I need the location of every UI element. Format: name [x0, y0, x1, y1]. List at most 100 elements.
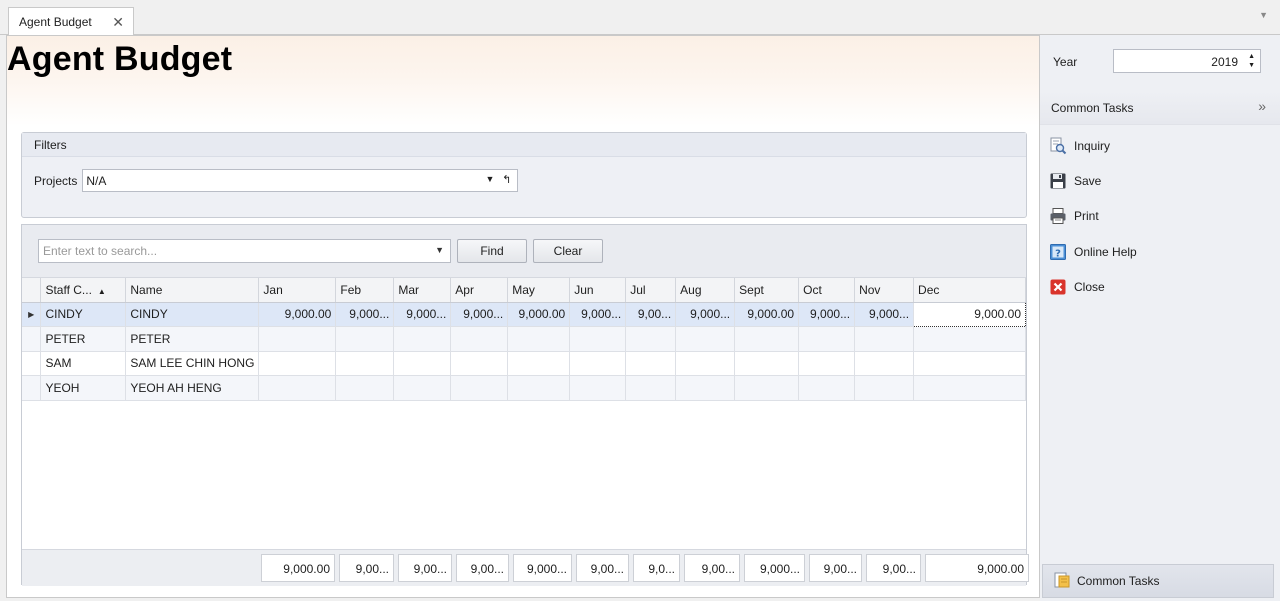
task-print[interactable]: Print — [1049, 205, 1099, 227]
svg-text:?: ? — [1055, 249, 1061, 260]
total-nov: 9,00... — [866, 554, 921, 582]
print-icon — [1049, 207, 1067, 225]
common-tasks-title: Common Tasks — [1051, 101, 1134, 115]
cell-sept[interactable]: 9,000.00 — [734, 302, 800, 327]
cell-staff-code[interactable]: YEOH — [40, 375, 127, 401]
tab-close-icon[interactable]: ✕ — [112, 14, 124, 31]
page-title: Agent Budget — [7, 40, 233, 78]
cell-staff-code[interactable]: PETER — [40, 326, 127, 352]
total-aug: 9,00... — [684, 554, 740, 582]
cell-nov[interactable]: 9,000... — [854, 302, 915, 327]
cell-name[interactable]: YEOH AH HENG — [125, 375, 260, 401]
tab-label: Agent Budget — [19, 15, 92, 29]
common-tasks-icon — [1053, 571, 1071, 592]
save-icon — [1049, 172, 1067, 190]
close-icon — [1049, 278, 1067, 296]
budget-grid-panel: Enter text to search... ▼ Find Clear Sta… — [21, 224, 1029, 586]
spinner-arrows-icon[interactable]: ▲ ▼ — [1248, 52, 1255, 70]
projects-combo[interactable]: N/A ▼ ↰ — [82, 169, 519, 192]
cell-oct[interactable]: 9,000... — [798, 302, 856, 327]
column-header-aug[interactable]: Aug — [675, 278, 736, 303]
column-header-name[interactable]: Name — [125, 278, 260, 303]
column-header-dec[interactable]: Dec — [913, 278, 1026, 303]
tab-strip: Agent Budget ✕ ▼ — [0, 0, 1280, 36]
task-label: Print — [1074, 209, 1099, 223]
column-header-feb[interactable]: Feb — [335, 278, 395, 303]
common-tasks-tab[interactable]: Common Tasks — [1042, 564, 1274, 598]
cell-jan[interactable]: 9,000.00 — [258, 302, 337, 327]
year-value: 2019 — [1211, 55, 1238, 69]
cell-name[interactable]: PETER — [125, 326, 260, 352]
total-jan: 9,000.00 — [261, 554, 335, 582]
column-header-oct[interactable]: Oct — [798, 278, 856, 303]
total-apr: 9,00... — [456, 554, 509, 582]
reset-icon[interactable]: ↰ — [502, 173, 511, 186]
cell-may[interactable]: 9,000.00 — [507, 302, 571, 327]
cell-mar[interactable]: 9,000... — [393, 302, 452, 327]
task-save[interactable]: Save — [1049, 170, 1101, 192]
cell-apr[interactable]: 9,000... — [450, 302, 509, 327]
title-banner: Agent Budget — [7, 36, 1039, 126]
cell-aug[interactable]: 9,000... — [675, 302, 736, 327]
cell-staff-code[interactable]: SAM — [40, 351, 127, 376]
column-header-sept[interactable]: Sept — [734, 278, 800, 303]
search-placeholder: Enter text to search... — [43, 244, 158, 258]
total-jul: 9,0... — [633, 554, 680, 582]
total-may: 9,000... — [513, 554, 572, 582]
cell-jun[interactable]: 9,000... — [569, 302, 627, 327]
total-mar: 9,00... — [398, 554, 452, 582]
task-online-help[interactable]: ? Online Help — [1049, 241, 1137, 263]
total-oct: 9,00... — [809, 554, 862, 582]
find-button[interactable]: Find — [457, 239, 527, 263]
total-jun: 9,00... — [576, 554, 629, 582]
side-panel: Year 2019 ▲ ▼ Common Tasks » Inquiry Save… — [1040, 35, 1280, 601]
year-label: Year — [1053, 55, 1078, 69]
projects-value: N/A — [86, 173, 107, 188]
inquiry-icon — [1049, 137, 1067, 155]
common-tasks-header[interactable]: Common Tasks » — [1040, 91, 1280, 125]
cell-feb[interactable]: 9,000... — [335, 302, 395, 327]
row-indicator-icon: ▶ — [22, 302, 42, 327]
budget-grid: Staff C... ▲ Name Jan Feb Mar Apr May Jun… — [22, 278, 1026, 401]
filters-group: Filters Projects N/A ▼ ↰ — [21, 132, 1027, 218]
sort-ascending-icon: ▲ — [97, 286, 106, 296]
column-header-jan[interactable]: Jan — [258, 278, 337, 303]
cell-staff-code[interactable]: CINDY — [40, 302, 127, 327]
clear-button[interactable]: Clear — [533, 239, 603, 263]
grid-header-row: Staff C... ▲ Name Jan Feb Mar Apr May Jun… — [22, 278, 1026, 303]
table-row[interactable]: SAM SAM LEE CHIN HONG — [22, 351, 1026, 376]
task-inquiry[interactable]: Inquiry — [1049, 135, 1110, 157]
search-dropdown-icon[interactable]: ▼ — [435, 245, 444, 255]
column-header-mar[interactable]: Mar — [393, 278, 452, 303]
tab-menu-dropdown-icon[interactable]: ▼ — [1259, 10, 1268, 20]
cell-name[interactable]: CINDY — [125, 302, 260, 327]
task-label: Inquiry — [1074, 139, 1111, 153]
column-header-apr[interactable]: Apr — [450, 278, 509, 303]
row-indicator-header — [22, 278, 42, 303]
cell-dec[interactable]: 9,000.00 — [913, 301, 1026, 327]
common-tasks-tab-label: Common Tasks — [1077, 574, 1160, 588]
table-row[interactable]: ▶ CINDY CINDY 9,000.00 9,000... 9,000...… — [22, 301, 1026, 327]
total-sept: 9,000... — [744, 554, 805, 582]
grid-footer-totals: 9,000.00 9,00... 9,00... 9,00... 9,000..… — [22, 549, 1029, 586]
filters-header: Filters — [22, 133, 1026, 157]
task-close[interactable]: Close — [1049, 276, 1105, 298]
table-row[interactable]: YEOH YEOH AH HENG — [22, 375, 1026, 401]
column-header-jun[interactable]: Jun — [569, 278, 627, 303]
projects-label: Projects — [34, 173, 78, 188]
collapse-icon[interactable]: » — [1258, 98, 1266, 114]
column-header-jul[interactable]: Jul — [625, 278, 677, 303]
cell-jul[interactable]: 9,00... — [625, 302, 677, 327]
total-feb: 9,00... — [339, 554, 394, 582]
column-header-nov[interactable]: Nov — [854, 278, 915, 303]
search-input[interactable]: Enter text to search... ▼ — [38, 239, 451, 263]
help-icon: ? — [1049, 243, 1067, 261]
column-header-staff-code[interactable]: Staff C... ▲ — [40, 278, 127, 303]
table-row[interactable]: PETER PETER — [22, 326, 1026, 352]
column-header-may[interactable]: May — [507, 278, 571, 303]
cell-name[interactable]: SAM LEE CHIN HONG — [125, 351, 260, 376]
chevron-down-icon[interactable]: ▼ — [485, 174, 494, 184]
search-bar: Enter text to search... ▼ Find Clear — [22, 225, 1026, 278]
tab-agent-budget[interactable]: Agent Budget ✕ — [8, 7, 134, 36]
year-spinner[interactable]: 2019 ▲ ▼ — [1113, 49, 1261, 73]
